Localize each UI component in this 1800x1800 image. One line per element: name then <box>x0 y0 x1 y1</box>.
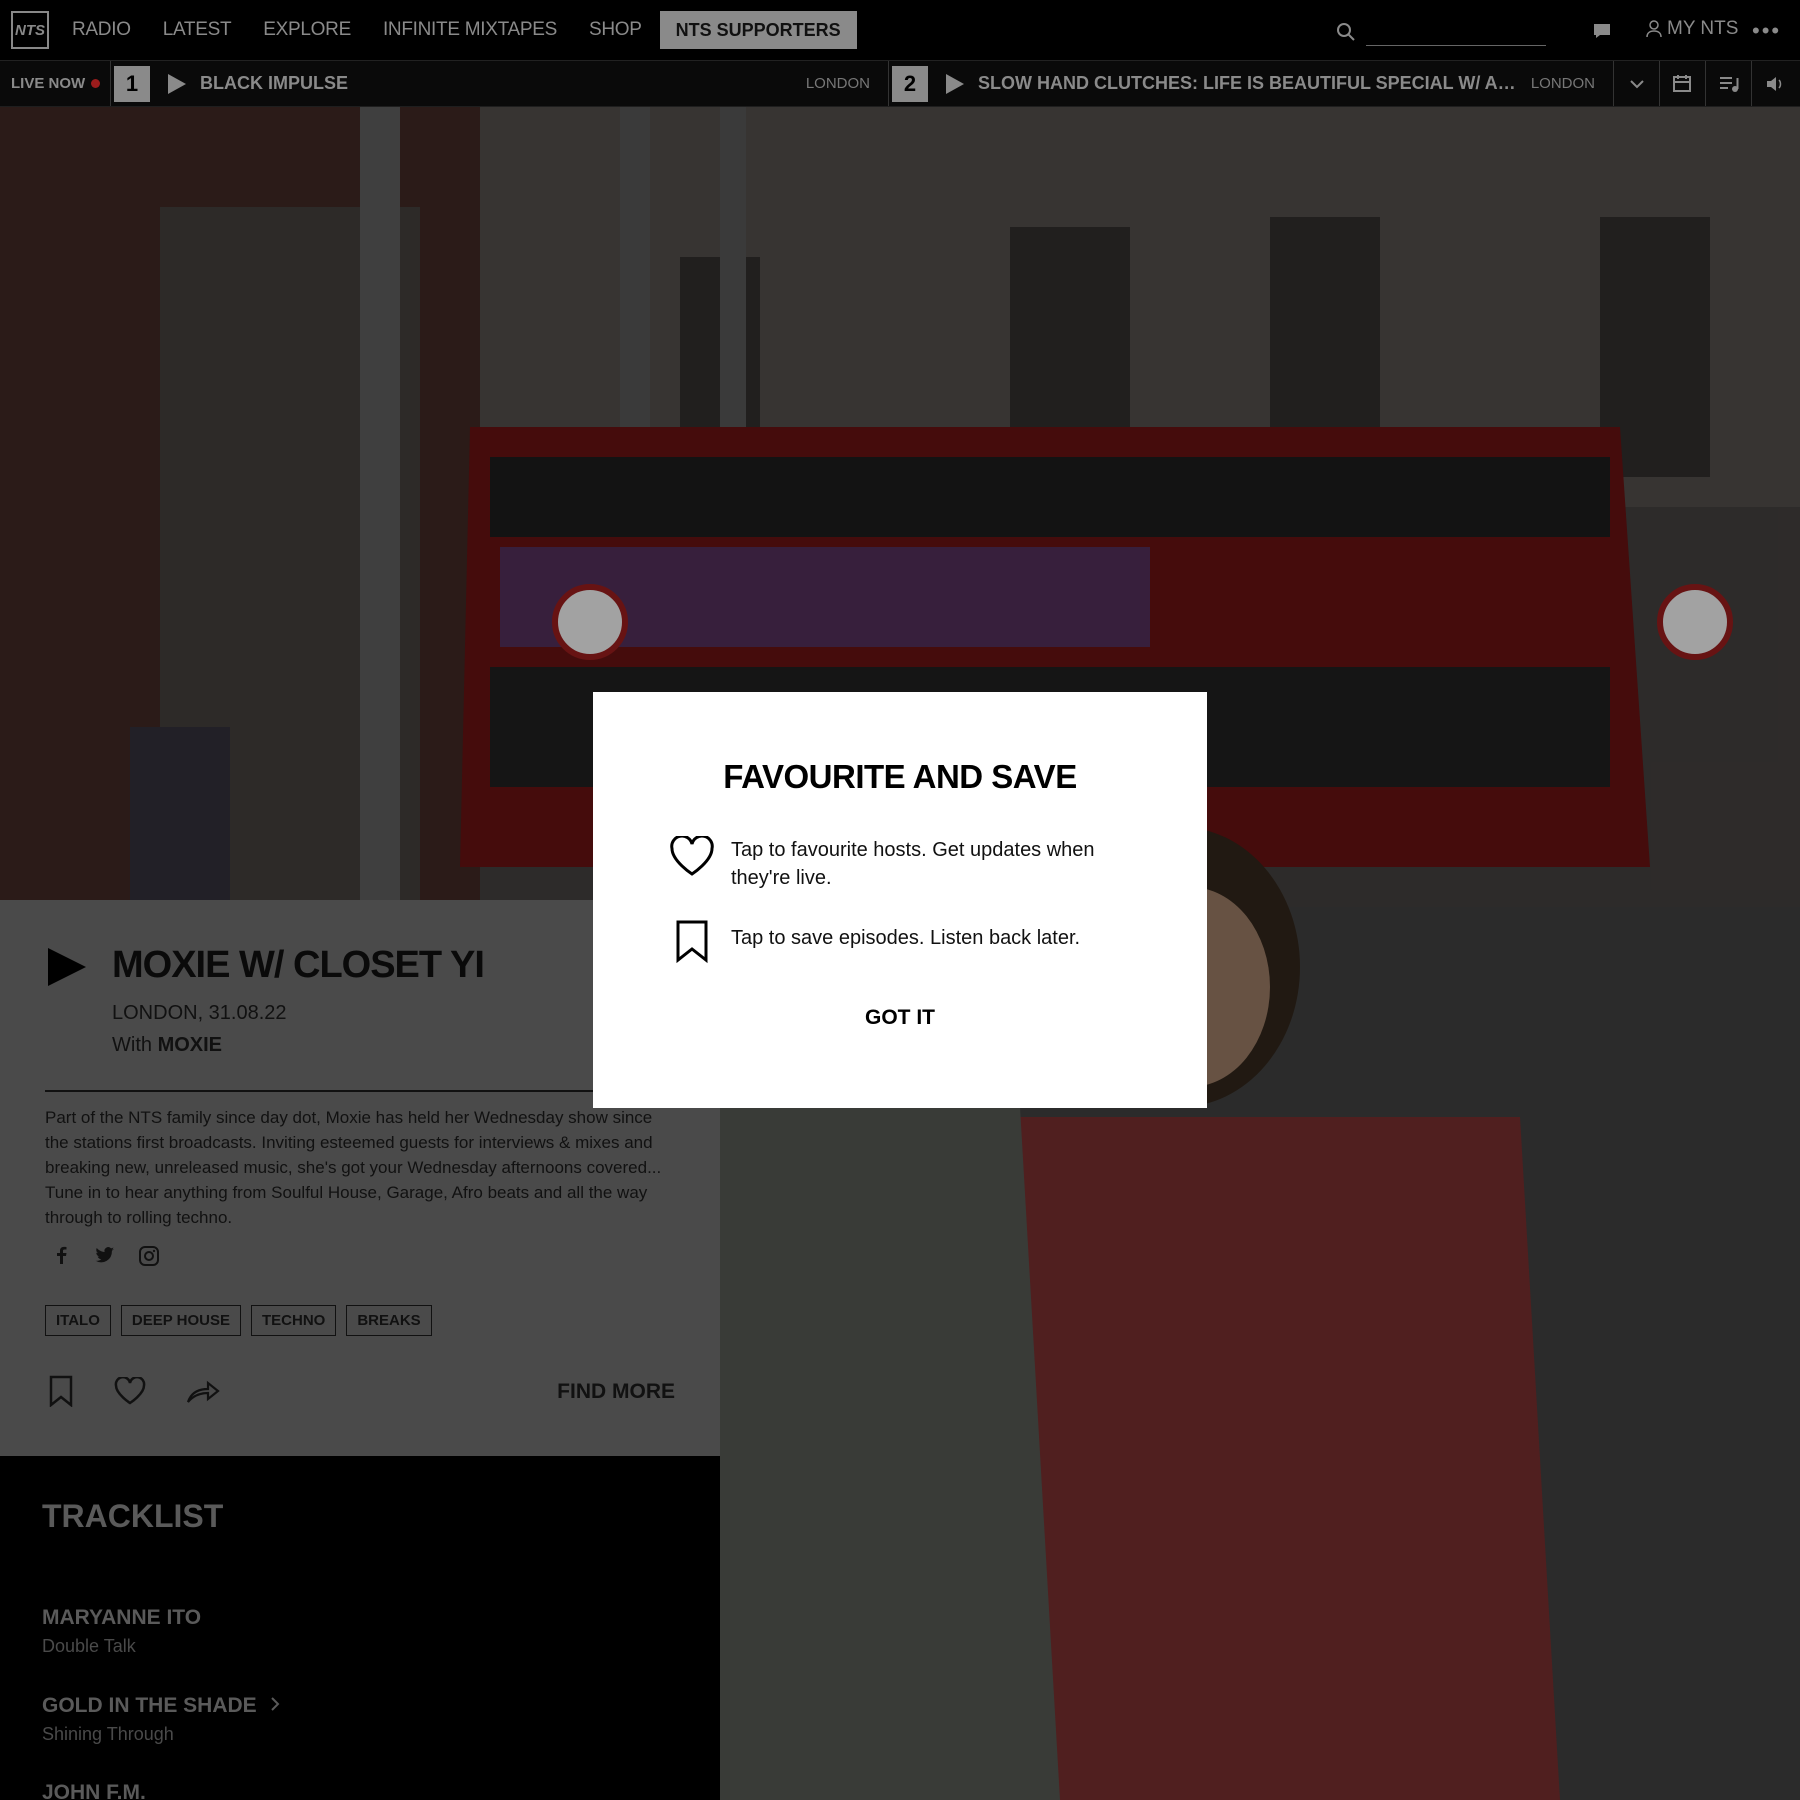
divider <box>45 1090 675 1092</box>
genre-tag[interactable]: ITALO <box>45 1305 111 1336</box>
social-links <box>52 1245 160 1267</box>
episode-actions <box>48 1375 220 1407</box>
list-item[interactable]: GOLD IN THE SHADE Shining Through <box>42 1694 281 1745</box>
my-nts-link[interactable]: MY NTS <box>1646 18 1738 40</box>
expand-channels-button[interactable] <box>1613 61 1659 106</box>
genre-tag[interactable]: TECHNO <box>250 1305 337 1336</box>
schedule-button[interactable] <box>1659 61 1705 106</box>
chevron-down-icon <box>1629 79 1644 88</box>
bookmark-icon[interactable] <box>48 1375 74 1407</box>
channel-2[interactable]: 2 SLOW HAND CLUTCHES: LIFE IS BEAUTIFUL … <box>888 61 1613 106</box>
modal-title: FAVOURITE AND SAVE <box>723 758 1077 795</box>
track-artist: MARYANNE ITO <box>42 1606 202 1629</box>
chat-icon[interactable] <box>1592 22 1612 40</box>
save-hint-text: Tap to save episodes. Listen back later. <box>731 927 1081 949</box>
with-prefix: With <box>112 1034 152 1056</box>
queue-button[interactable] <box>1705 61 1751 106</box>
play-episode-icon[interactable] <box>48 948 86 986</box>
nav-radio[interactable]: RADIO <box>72 19 131 41</box>
calendar-icon <box>1672 74 1691 92</box>
channel-location: LONDON <box>1530 75 1595 92</box>
nav-explore[interactable]: EXPLORE <box>263 19 351 41</box>
track-title: Shining Through <box>42 1724 174 1744</box>
show-location-date: LONDON, 31.08.22 <box>112 1002 287 1024</box>
show-title: MOXIE W/ CLOSET YI <box>112 944 485 986</box>
track-artist: GOLD IN THE SHADE <box>42 1694 281 1718</box>
channel-number: 2 <box>892 65 928 102</box>
more-options-icon[interactable]: ••• <box>1752 18 1781 44</box>
instagram-icon[interactable] <box>138 1245 160 1267</box>
host-link[interactable]: MOXIE <box>158 1034 222 1056</box>
user-icon <box>1646 20 1662 38</box>
top-navigation: NTS RADIO LATEST EXPLORE INFINITE MIXTAP… <box>0 0 1800 61</box>
nav-latest[interactable]: LATEST <box>163 19 232 41</box>
nav-infinite-mixtapes[interactable]: INFINITE MIXTAPES <box>383 19 557 41</box>
nav-shop[interactable]: SHOP <box>589 19 642 41</box>
find-more-link[interactable]: FIND MORE <box>557 1380 675 1404</box>
play-icon[interactable] <box>168 73 186 94</box>
heart-icon[interactable] <box>114 1377 146 1405</box>
show-description: Part of the NTS family since day dot, Mo… <box>45 1108 662 1227</box>
share-icon[interactable] <box>186 1378 220 1404</box>
live-dot-icon <box>91 79 101 88</box>
channel-title: BLACK IMPULSE <box>200 73 348 93</box>
channel-1[interactable]: 1 BLACK IMPULSE LONDON <box>110 61 888 106</box>
got-it-button[interactable]: GOT IT <box>593 1006 1207 1030</box>
facebook-icon[interactable] <box>52 1245 72 1265</box>
genre-tag[interactable]: BREAKS <box>346 1305 432 1336</box>
list-item: MARYANNE ITO Double Talk <box>42 1606 201 1657</box>
live-bar: LIVE NOW 1 BLACK IMPULSE LONDON 2 SLOW H… <box>0 61 1800 107</box>
list-item: JOHN F.M. <box>42 1781 146 1800</box>
live-now-text: LIVE NOW <box>11 75 86 92</box>
twitter-icon[interactable] <box>94 1245 116 1265</box>
chevron-right-icon <box>270 1697 279 1711</box>
search-input[interactable] <box>1366 18 1546 46</box>
show-host-line: With MOXIE <box>112 1034 222 1057</box>
track-artist: JOHN F.M. <box>42 1781 146 1800</box>
nts-logo[interactable]: NTS <box>11 11 49 49</box>
favourite-hint-text: Tap to favourite hosts. Get updates when… <box>731 839 1095 889</box>
my-nts-label: MY NTS <box>1667 18 1739 39</box>
search <box>1336 18 1546 46</box>
heart-icon <box>670 836 714 876</box>
genre-tag[interactable]: DEEP HOUSE <box>120 1305 241 1336</box>
save-hint: Tap to save episodes. Listen back later. <box>669 918 1139 964</box>
track-title: Double Talk <box>42 1636 136 1656</box>
search-icon[interactable] <box>1336 22 1356 42</box>
genre-tags: ITALO DEEP HOUSE TECHNO BREAKS <box>45 1305 432 1336</box>
tracklist-heading: TRACKLIST <box>42 1498 224 1534</box>
channel-location: LONDON <box>805 75 870 92</box>
bookmark-icon <box>676 920 708 964</box>
volume-icon <box>1766 76 1781 91</box>
play-icon[interactable] <box>946 73 964 94</box>
tracklist-section: TRACKLIST MARYANNE ITO Double Talk GOLD … <box>0 1456 720 1800</box>
channel-title: SLOW HAND CLUTCHES: LIFE IS BEAUTIFUL SP… <box>978 73 1518 93</box>
channel-number: 1 <box>114 65 150 102</box>
track-artist-text: GOLD IN THE SHADE <box>42 1694 257 1717</box>
volume-button[interactable] <box>1751 61 1797 106</box>
nts-supporters-button[interactable]: NTS SUPPORTERS <box>659 11 857 49</box>
favourite-hint: Tap to favourite hosts. Get updates when… <box>669 836 1139 892</box>
favourite-save-modal: FAVOURITE AND SAVE Tap to favourite host… <box>593 692 1207 1108</box>
playlist-icon <box>1719 76 1738 92</box>
live-now-label: LIVE NOW <box>0 61 110 106</box>
